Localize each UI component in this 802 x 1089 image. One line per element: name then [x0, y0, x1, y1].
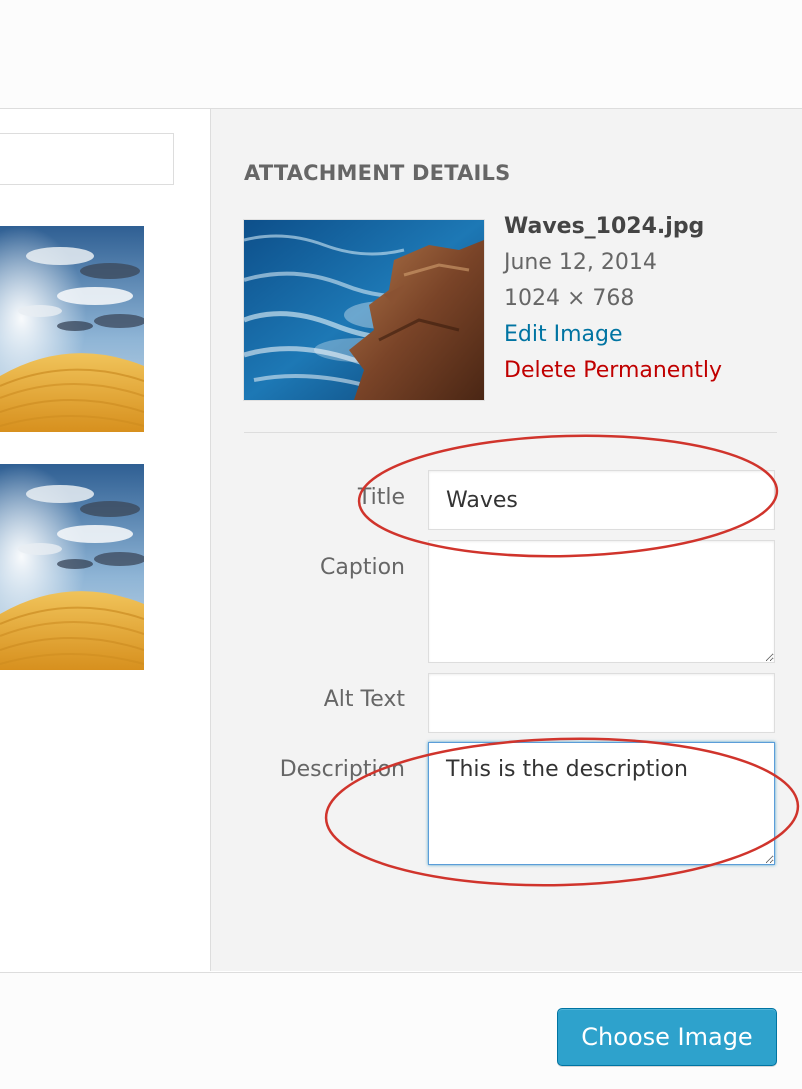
media-thumbnail[interactable]	[0, 226, 144, 432]
title-label: Title	[357, 485, 405, 510]
media-browser	[0, 109, 211, 971]
desert-photo-image	[0, 226, 144, 432]
description-label: Description	[279, 757, 405, 782]
alt-text-input[interactable]	[428, 673, 775, 733]
attachment-details-sidebar: ATTACHMENT DETAILS Waves_1024.jpg June 1…	[211, 109, 802, 971]
title-input[interactable]	[428, 470, 775, 530]
caption-textarea[interactable]	[428, 540, 775, 663]
caption-label: Caption	[320, 555, 405, 580]
choose-image-button[interactable]: Choose Image	[557, 1008, 777, 1066]
modal-header	[0, 0, 802, 109]
delete-permanently-link[interactable]: Delete Permanently	[504, 353, 722, 389]
upload-date: June 12, 2014	[504, 250, 657, 275]
image-dimensions: 1024 × 768	[504, 286, 635, 311]
desert-photo-image	[0, 464, 144, 670]
alt-text-label: Alt Text	[323, 687, 405, 712]
attachment-details-heading: ATTACHMENT DETAILS	[244, 161, 511, 185]
file-name: Waves_1024.jpg	[504, 214, 705, 239]
attachment-thumbnail	[244, 220, 484, 400]
media-search-input[interactable]	[0, 133, 174, 185]
edit-image-link[interactable]: Edit Image	[504, 317, 722, 353]
modal-toolbar: Choose Image	[0, 972, 802, 1089]
details-divider	[244, 432, 777, 433]
media-thumbnail[interactable]	[0, 464, 144, 670]
description-textarea[interactable]: This is the description	[428, 742, 775, 865]
file-info: Waves_1024.jpg June 12, 2014 1024 × 768 …	[504, 209, 722, 389]
waves-photo-image	[244, 220, 484, 400]
